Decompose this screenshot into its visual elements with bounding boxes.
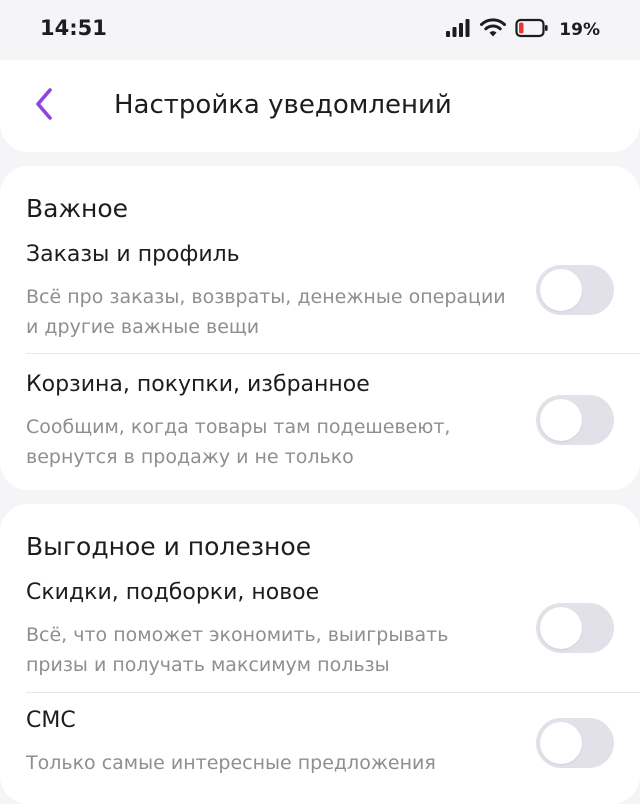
list-item-sms: СМС Только самые интересные предложения [0, 708, 640, 788]
toggle-knob [540, 399, 582, 441]
status-bar: 14:51 19% [0, 0, 640, 60]
status-icons: 19% [445, 18, 600, 42]
item-title: Заказы и профиль [26, 242, 240, 267]
signal-icon [445, 18, 471, 42]
page-title: Настройка уведомлений [114, 90, 452, 120]
orders-profile-toggle[interactable] [536, 265, 614, 315]
item-description: Сообщим, когда товары там подешевеют, ве… [26, 416, 451, 468]
divider [26, 692, 640, 693]
item-title: Скидки, подборки, новое [26, 580, 320, 605]
list-item-orders-profile: Заказы и профиль Всё про заказы, возврат… [0, 242, 640, 342]
wifi-icon [479, 18, 507, 42]
item-description: Всё про заказы, возвраты, денежные опера… [26, 286, 506, 338]
battery-icon [515, 18, 549, 42]
item-description: Только самые интересные предложения [26, 752, 436, 774]
status-time: 14:51 [40, 16, 107, 40]
battery-percent: 19% [559, 20, 600, 40]
item-title: Корзина, покупки, избранное [26, 372, 370, 397]
item-title: СМС [26, 708, 76, 733]
toggle-knob [540, 607, 582, 649]
section-useful: Выгодное и полезное Скидки, подборки, но… [0, 504, 640, 804]
header: Настройка уведомлений [0, 60, 640, 152]
chevron-left-icon [33, 87, 55, 125]
item-description: Всё, что поможет экономить, выигрывать п… [26, 624, 449, 676]
section-important: Важное Заказы и профиль Всё про заказы, … [0, 166, 640, 490]
section-title: Важное [26, 194, 129, 223]
cart-purchases-toggle[interactable] [536, 395, 614, 445]
toggle-knob [540, 269, 582, 311]
list-item-cart-purchases: Корзина, покупки, избранное Сообщим, ког… [0, 372, 640, 472]
section-title: Выгодное и полезное [26, 532, 312, 561]
toggle-knob [540, 722, 582, 764]
discounts-toggle[interactable] [536, 603, 614, 653]
list-item-discounts: Скидки, подборки, новое Всё, что поможет… [0, 580, 640, 680]
divider [26, 353, 640, 354]
back-button[interactable] [26, 88, 62, 124]
sms-toggle[interactable] [536, 718, 614, 768]
